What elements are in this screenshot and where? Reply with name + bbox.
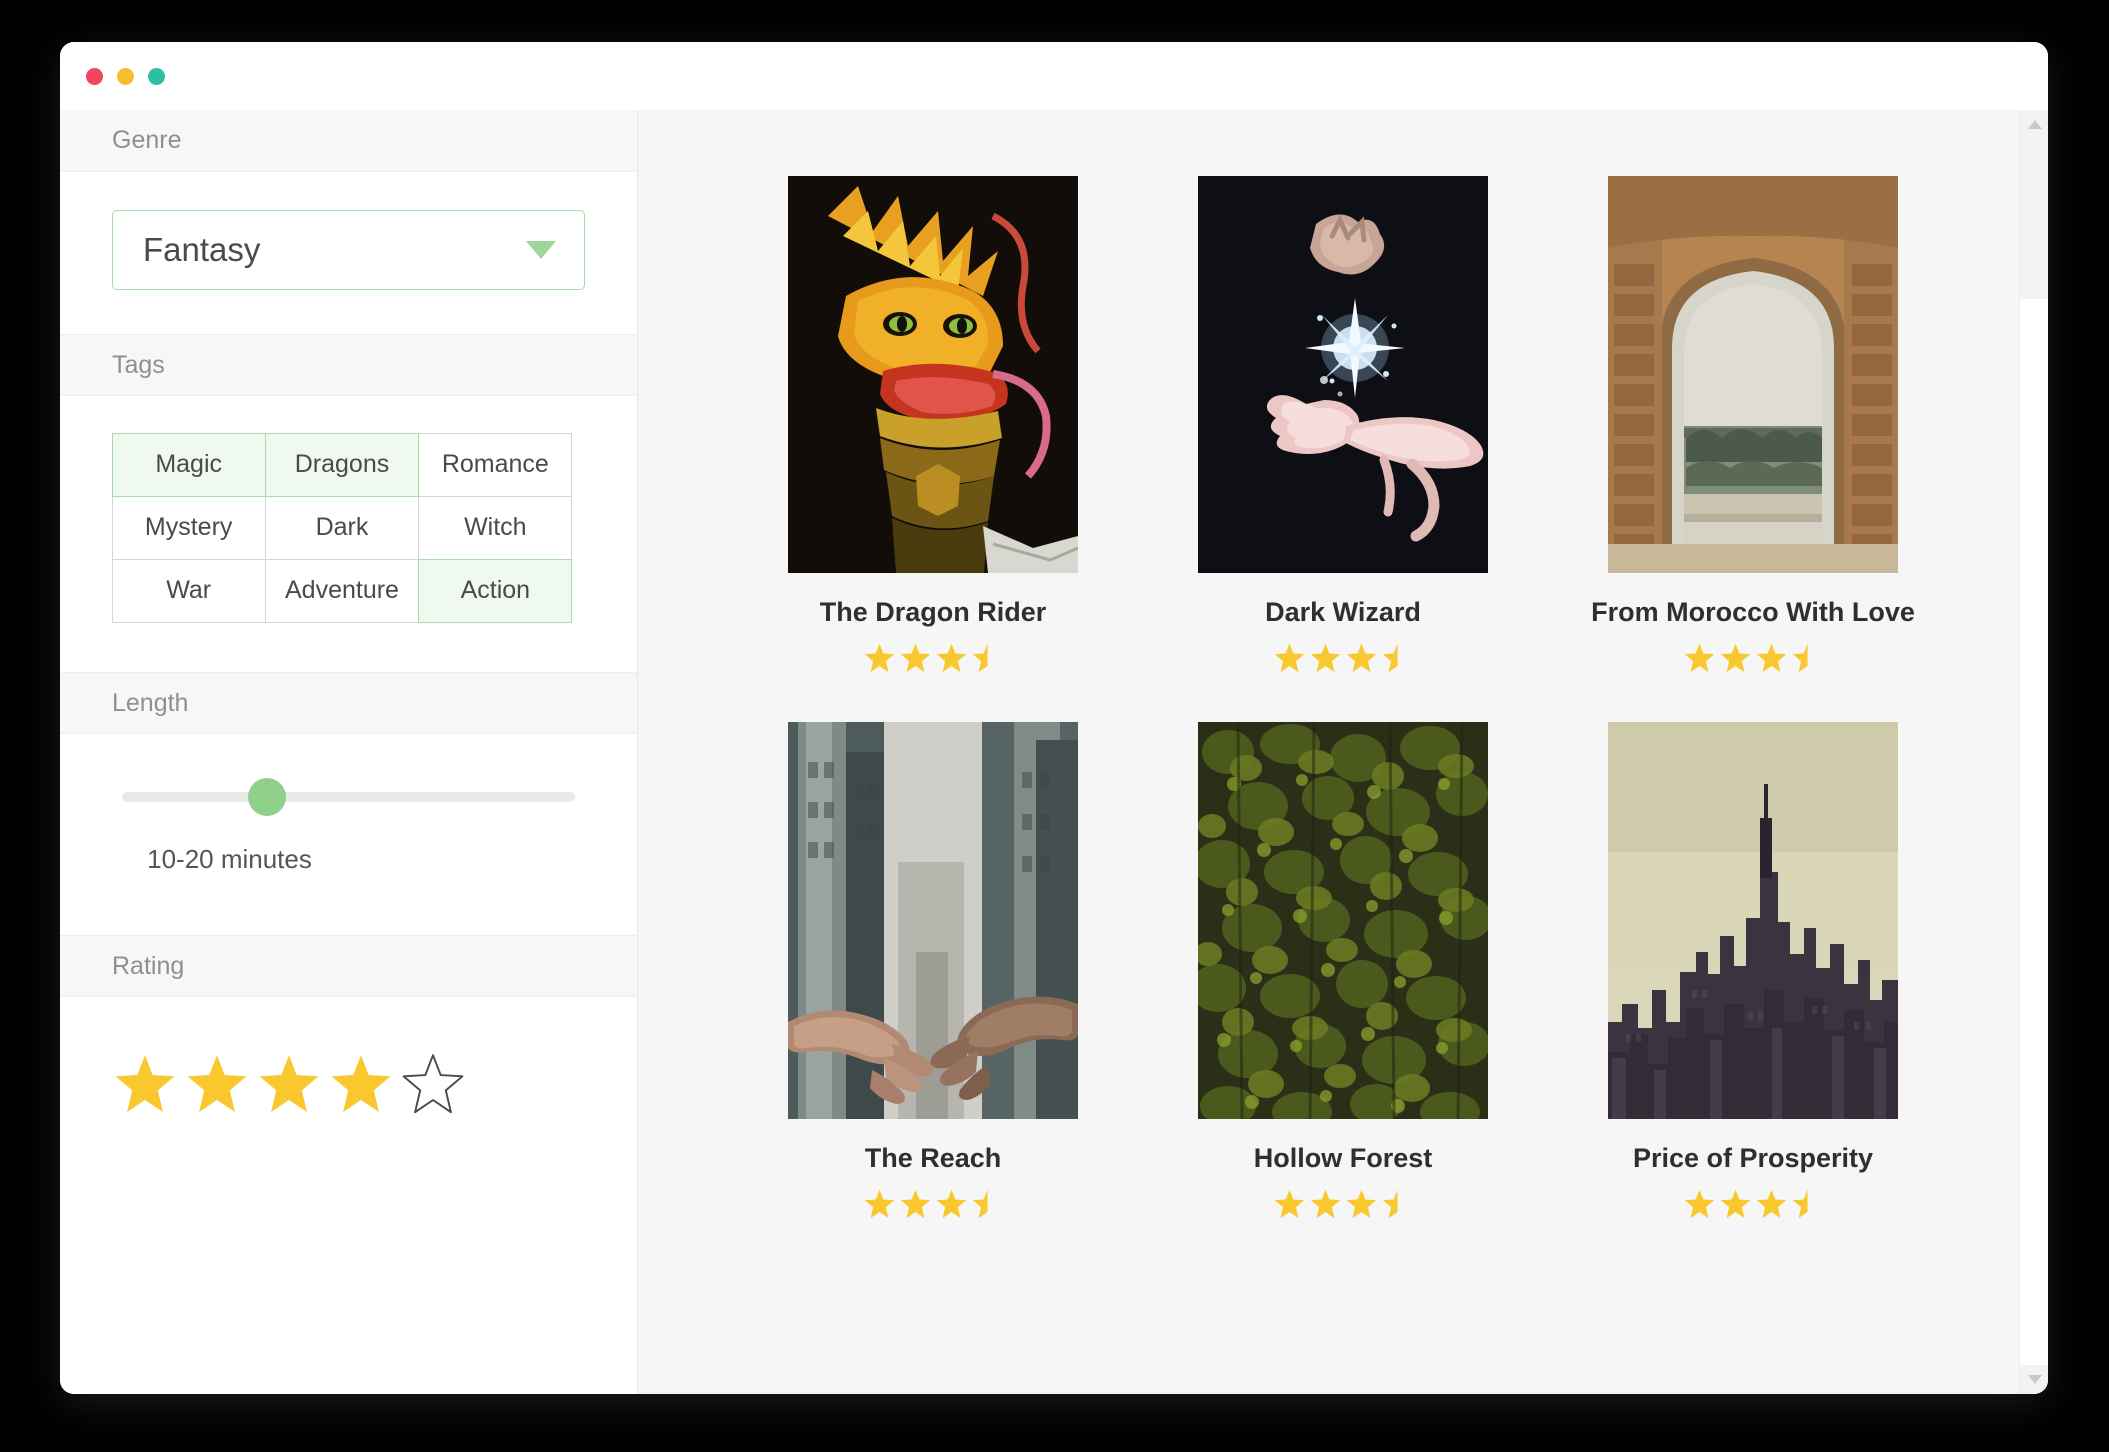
scroll-down-button[interactable] — [2020, 1365, 2048, 1394]
tag-label: Mystery — [144, 513, 233, 541]
movie-card-rating — [1273, 642, 1414, 674]
city-skyline-poster[interactable] — [1608, 722, 1898, 1119]
app-window: Genre Fantasy Tags Magic Dragons Romance My… — [60, 42, 2048, 1394]
close-button[interactable] — [86, 67, 103, 85]
tags-wrapper: Magic Dragons Romance Mystery Dark Witch War Ad… — [111, 396, 585, 672]
rating-star-2[interactable] — [184, 1052, 250, 1116]
rating-star-5[interactable] — [400, 1052, 466, 1116]
movie-card-rating — [863, 642, 1004, 674]
genre-select-wrapper: Fantasy — [112, 172, 585, 334]
rating-star-picker — [112, 997, 585, 1156]
length-slider-track — [122, 792, 575, 802]
chevron-down-icon — [526, 241, 556, 259]
tag-grid: Magic Dragons Romance Mystery Dark Witch War Ad… — [111, 432, 573, 623]
movie-card[interactable]: Dark Wizard — [1138, 176, 1548, 674]
movie-card-rating — [1273, 1188, 1414, 1220]
tag-war[interactable]: War — [111, 558, 266, 623]
movie-card-title: Price of Prosperity — [1632, 1143, 1874, 1173]
movie-card[interactable]: The Dragon Rider — [728, 176, 1138, 674]
tag-dragons[interactable]: Dragons — [264, 432, 420, 497]
movie-card[interactable]: From Morocco With Love — [1548, 176, 1958, 674]
tags-section-header: Tags — [60, 334, 637, 396]
tag-label: Action — [460, 576, 531, 604]
movie-card-title: Hollow Forest — [1253, 1143, 1433, 1173]
results-scrollbar[interactable] — [2019, 110, 2048, 1394]
app-body: Genre Fantasy Tags Magic Dragons Romance My… — [60, 110, 2048, 1394]
length-wrapper: 10-20 minutes — [112, 734, 585, 935]
genre-select[interactable]: Fantasy — [112, 210, 585, 290]
tag-label: Dragons — [294, 450, 390, 478]
movie-card-rating — [863, 1188, 1004, 1220]
maximize-button[interactable] — [148, 67, 165, 85]
minimize-button[interactable] — [117, 67, 134, 85]
movie-card-title: From Morocco With Love — [1591, 597, 1915, 627]
filters-sidebar: Genre Fantasy Tags Magic Dragons Romance My… — [60, 110, 638, 1394]
rating-star-1[interactable] — [112, 1052, 178, 1116]
genre-section-body: Fantasy — [60, 172, 637, 334]
movie-card-title: The Dragon Rider — [819, 597, 1047, 627]
movie-card-title: Dark Wizard — [1265, 597, 1421, 627]
movie-card-title: The Reach — [864, 1143, 1002, 1173]
length-slider-thumb[interactable] — [247, 778, 286, 816]
tag-action[interactable]: Action — [418, 558, 573, 623]
tag-label: Romance — [441, 450, 549, 478]
movie-card[interactable]: Hollow Forest — [1138, 722, 1548, 1220]
movie-card-grid: The Dragon Rider Dark Wizard From Morocc… — [638, 110, 2048, 1268]
length-value-label: 10-20 minutes — [147, 844, 312, 874]
tag-witch[interactable]: Witch — [418, 495, 573, 560]
rating-section-label: Rating — [112, 951, 185, 980]
rating-star-4[interactable] — [328, 1052, 394, 1116]
dense-forest-poster[interactable] — [1198, 722, 1488, 1119]
tag-mystery[interactable]: Mystery — [111, 495, 266, 560]
reaching-hands-city-poster[interactable] — [788, 722, 1078, 1119]
tag-label: War — [166, 576, 212, 604]
tag-label: Magic — [155, 450, 222, 478]
length-section-header: Length — [60, 672, 637, 734]
movie-card[interactable]: The Reach — [728, 722, 1138, 1220]
rating-section-body — [60, 997, 637, 1156]
movie-card[interactable]: Price of Prosperity — [1548, 722, 1958, 1220]
scroll-up-button[interactable] — [2020, 110, 2048, 139]
tags-section-body: Magic Dragons Romance Mystery Dark Witch War Ad… — [60, 396, 637, 672]
tag-magic[interactable]: Magic — [111, 432, 266, 497]
dragon-head-poster[interactable] — [788, 176, 1078, 573]
genre-section-label: Genre — [112, 126, 182, 154]
wizard-hands-spark-poster[interactable] — [1198, 176, 1488, 573]
rating-section-header: Rating — [60, 935, 637, 997]
tag-romance[interactable]: Romance — [418, 432, 573, 497]
triangle-down-icon — [2027, 1375, 2042, 1384]
window-titlebar — [60, 42, 2048, 110]
tag-dark[interactable]: Dark — [264, 495, 420, 560]
tag-label: Dark — [315, 513, 369, 541]
tag-label: Adventure — [285, 576, 399, 604]
results-panel: The Dragon Rider Dark Wizard From Morocc… — [638, 110, 2048, 1394]
tag-label: Witch — [464, 513, 527, 541]
tag-adventure[interactable]: Adventure — [264, 558, 420, 623]
movie-card-rating — [1683, 1188, 1824, 1220]
tags-section-label: Tags — [112, 350, 165, 379]
scrollbar-thumb[interactable] — [2020, 139, 2048, 299]
length-section-body: 10-20 minutes — [60, 734, 637, 935]
genre-select-value: Fantasy — [143, 231, 261, 268]
length-section-label: Length — [112, 688, 189, 717]
rating-star-3[interactable] — [256, 1052, 322, 1116]
moroccan-archway-poster[interactable] — [1608, 176, 1898, 573]
movie-card-rating — [1683, 642, 1824, 674]
triangle-up-icon — [2027, 120, 2042, 129]
genre-section-header: Genre — [60, 110, 637, 172]
length-slider[interactable] — [122, 778, 575, 816]
